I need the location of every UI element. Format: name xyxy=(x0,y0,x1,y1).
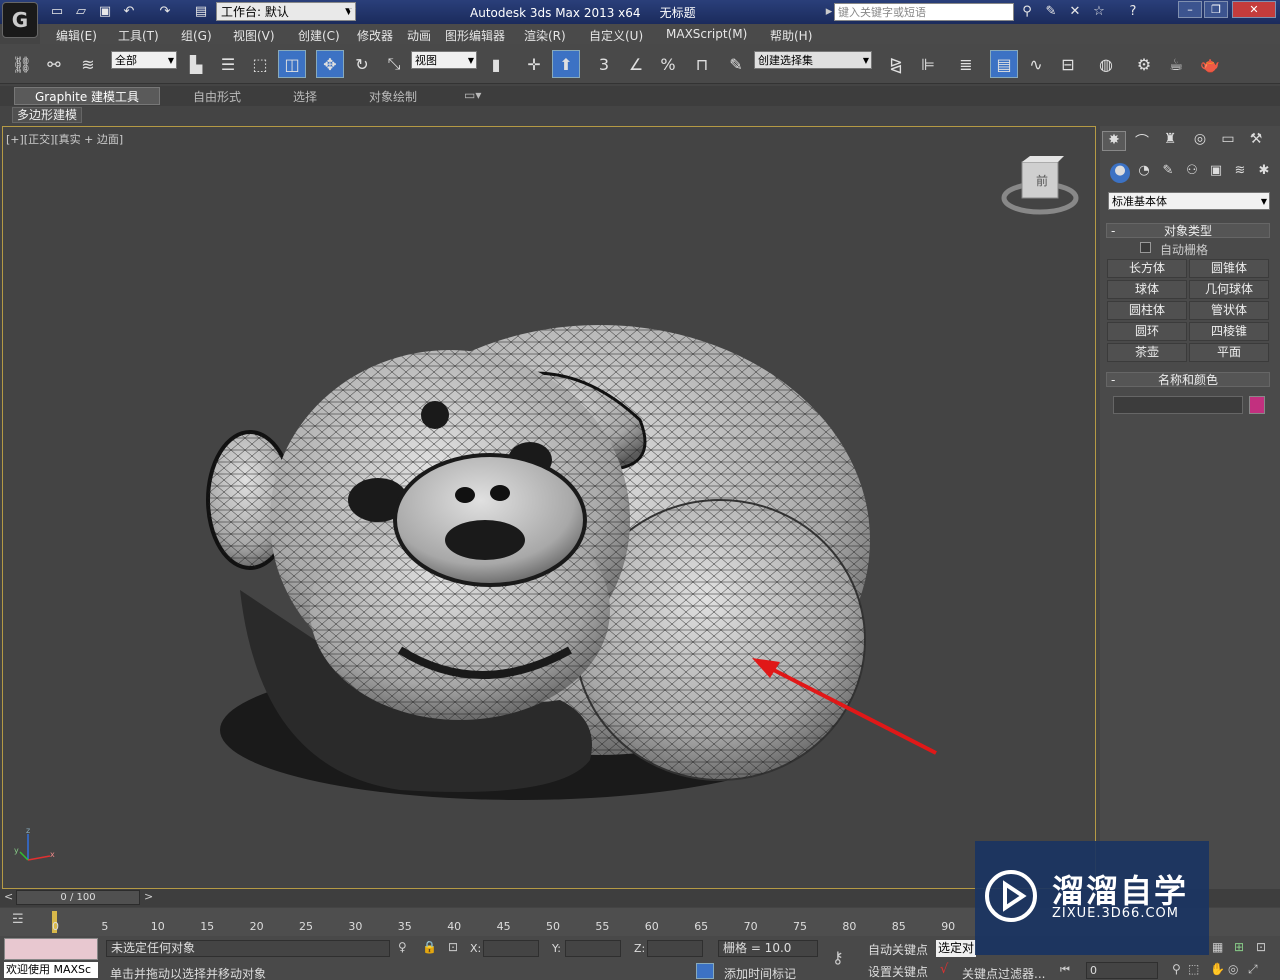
pyramid-button[interactable]: 四棱锥 xyxy=(1189,322,1269,341)
grid-size-display: 栅格 = 10.0 xyxy=(718,940,818,957)
pan-view-icon[interactable]: ✋ xyxy=(1210,962,1225,976)
torus-button[interactable]: 圆环 xyxy=(1107,322,1187,341)
sphere-button[interactable]: 球体 xyxy=(1107,280,1187,299)
create-tab-icon[interactable]: ✸ xyxy=(1102,131,1126,151)
display-tab-icon[interactable]: ▭ xyxy=(1216,131,1240,151)
space-warps-icon[interactable]: ≋ xyxy=(1230,163,1250,183)
y-coordinate-label: Y: xyxy=(552,942,561,955)
track-bar-tick-label: 30 xyxy=(348,920,363,933)
selection-lock-icon[interactable]: 🔒 xyxy=(422,940,437,954)
shapes-icon[interactable]: ◔ xyxy=(1134,163,1154,183)
mini-curve-editor-icon[interactable]: ☲ xyxy=(12,912,24,927)
track-bar-tick-label: 65 xyxy=(694,920,709,933)
axis-z-label: z xyxy=(26,826,31,835)
auto-key-button[interactable]: 自动关键点 xyxy=(868,941,928,958)
x-coordinate-label: X: xyxy=(470,942,482,955)
cameras-icon[interactable]: ⚇ xyxy=(1182,163,1202,183)
viewport-scene xyxy=(19,156,1079,861)
track-bar-tick-label: 50 xyxy=(546,920,560,933)
track-bar-tick-label: 5 xyxy=(101,920,109,933)
zoom-extents-icon[interactable]: ▦ xyxy=(1212,940,1223,954)
track-bar-tick-label: 75 xyxy=(793,920,807,933)
watermark-url: ZIXUE.3D66.COM xyxy=(1052,906,1179,921)
maxscript-listener-mini[interactable] xyxy=(4,938,98,960)
axis-x-label: x xyxy=(50,850,55,859)
key-filter-select[interactable]: 选定对 xyxy=(936,940,976,957)
box-button[interactable]: 长方体 xyxy=(1107,259,1187,278)
add-time-tag-label[interactable]: 添加时间标记 xyxy=(724,965,796,980)
absolute-mode-icon[interactable]: ⊡ xyxy=(448,940,458,954)
time-slider-prev-icon[interactable]: < xyxy=(4,890,13,903)
track-bar-tick-label: 45 xyxy=(496,920,511,933)
key-filters-icon[interactable]: √ xyxy=(940,962,948,977)
field-of-view-icon[interactable]: ⊡ xyxy=(1256,940,1266,954)
object-type-title: 对象类型 xyxy=(1163,224,1212,238)
track-bar-tick-label: 85 xyxy=(891,920,906,933)
autogrid-checkbox[interactable] xyxy=(1140,242,1151,253)
cone-button[interactable]: 圆锥体 xyxy=(1189,259,1269,278)
object-type-rollout-header[interactable]: - 对象类型 xyxy=(1106,223,1270,238)
track-bar-tick-label: 20 xyxy=(249,920,264,933)
geosphere-button[interactable]: 几何球体 xyxy=(1189,280,1269,299)
watermark-play-icon xyxy=(985,870,1037,922)
viewcube-front-label: 前 xyxy=(1036,174,1049,188)
prompt-line: 单击并拖动以选择并移动对象 xyxy=(110,967,267,980)
time-slider-next-icon[interactable]: > xyxy=(144,890,153,903)
helpers-icon[interactable]: ▣ xyxy=(1206,163,1226,183)
x-coordinate-input[interactable] xyxy=(483,940,539,957)
track-bar-tick-label: 70 xyxy=(743,920,758,933)
set-key-button[interactable]: 设置关键点 xyxy=(868,963,928,980)
add-time-tag-icon[interactable] xyxy=(696,963,714,979)
axis-tripod-icon xyxy=(19,834,51,861)
zoom-extents-all-icon[interactable]: ⊞ xyxy=(1234,940,1244,954)
teapot-button[interactable]: 茶壶 xyxy=(1107,343,1187,362)
time-slider-thumb[interactable]: 0 / 100 xyxy=(16,890,140,905)
key-mode-icon[interactable]: ⚷ xyxy=(832,948,844,967)
track-bar-tick-label: 25 xyxy=(299,920,313,933)
track-bar-tick-label: 0 xyxy=(52,920,59,933)
zoom-region-icon[interactable]: ⬚ xyxy=(1188,962,1199,976)
y-coordinate-input[interactable] xyxy=(565,940,621,957)
isolate-selection-icon[interactable]: ♀ xyxy=(398,940,407,954)
cylinder-button[interactable]: 圆柱体 xyxy=(1107,301,1187,320)
track-bar-tick-label: 40 xyxy=(447,920,462,933)
category-select[interactable]: 标准基本体 xyxy=(1108,192,1270,211)
z-coordinate-label: Z: xyxy=(634,942,646,955)
key-filters-button[interactable]: 关键点过滤器... xyxy=(962,965,1045,980)
plane-button[interactable]: 平面 xyxy=(1189,343,1269,362)
object-name-input[interactable] xyxy=(1113,396,1243,414)
z-coordinate-input[interactable] xyxy=(647,940,703,957)
collapse-icon: - xyxy=(1111,224,1116,238)
motion-tab-icon[interactable]: ◎ xyxy=(1188,131,1212,151)
track-bar-tick-label: 80 xyxy=(842,920,857,933)
systems-icon[interactable]: ✱ xyxy=(1254,163,1274,183)
collapse-icon: - xyxy=(1111,373,1116,387)
lights-icon[interactable]: ✎ xyxy=(1158,163,1178,183)
zoom-icon[interactable]: ⚲ xyxy=(1172,962,1181,976)
track-bar-tick-label: 90 xyxy=(941,920,956,933)
hierarchy-tab-icon[interactable]: ♜ xyxy=(1158,131,1182,151)
axis-y-label: y xyxy=(14,846,19,855)
geometry-icon[interactable]: ● xyxy=(1110,163,1130,183)
maximize-viewport-icon[interactable]: ⤢ xyxy=(1248,962,1258,977)
utilities-tab-icon[interactable]: ⚒ xyxy=(1244,131,1268,151)
modify-tab-icon[interactable]: ⌒ xyxy=(1130,131,1154,151)
pig-mesh-model[interactable] xyxy=(206,325,870,792)
current-frame-input[interactable]: 0 xyxy=(1086,962,1158,979)
track-bar-tick-label: 35 xyxy=(397,920,412,933)
name-color-rollout-header[interactable]: - 名称和颜色 xyxy=(1106,372,1270,387)
track-bar-tick-label: 10 xyxy=(150,920,165,933)
selection-status-field: 未选定任何对象 xyxy=(106,940,390,957)
time-config-icon[interactable]: ⏮ xyxy=(1060,963,1070,977)
name-color-title: 名称和颜色 xyxy=(1157,373,1218,387)
tube-button[interactable]: 管状体 xyxy=(1189,301,1269,320)
object-color-swatch[interactable] xyxy=(1249,396,1265,414)
track-bar-tick-label: 15 xyxy=(200,920,215,933)
autogrid-label: 自动栅格 xyxy=(1160,243,1209,257)
track-bar-tick-label: 60 xyxy=(644,920,659,933)
orbit-icon[interactable]: ◎ xyxy=(1228,962,1238,976)
maxscript-welcome[interactable]: 欢迎使用 MAXSc xyxy=(4,962,98,978)
track-bar-tick-label: 55 xyxy=(595,920,610,933)
